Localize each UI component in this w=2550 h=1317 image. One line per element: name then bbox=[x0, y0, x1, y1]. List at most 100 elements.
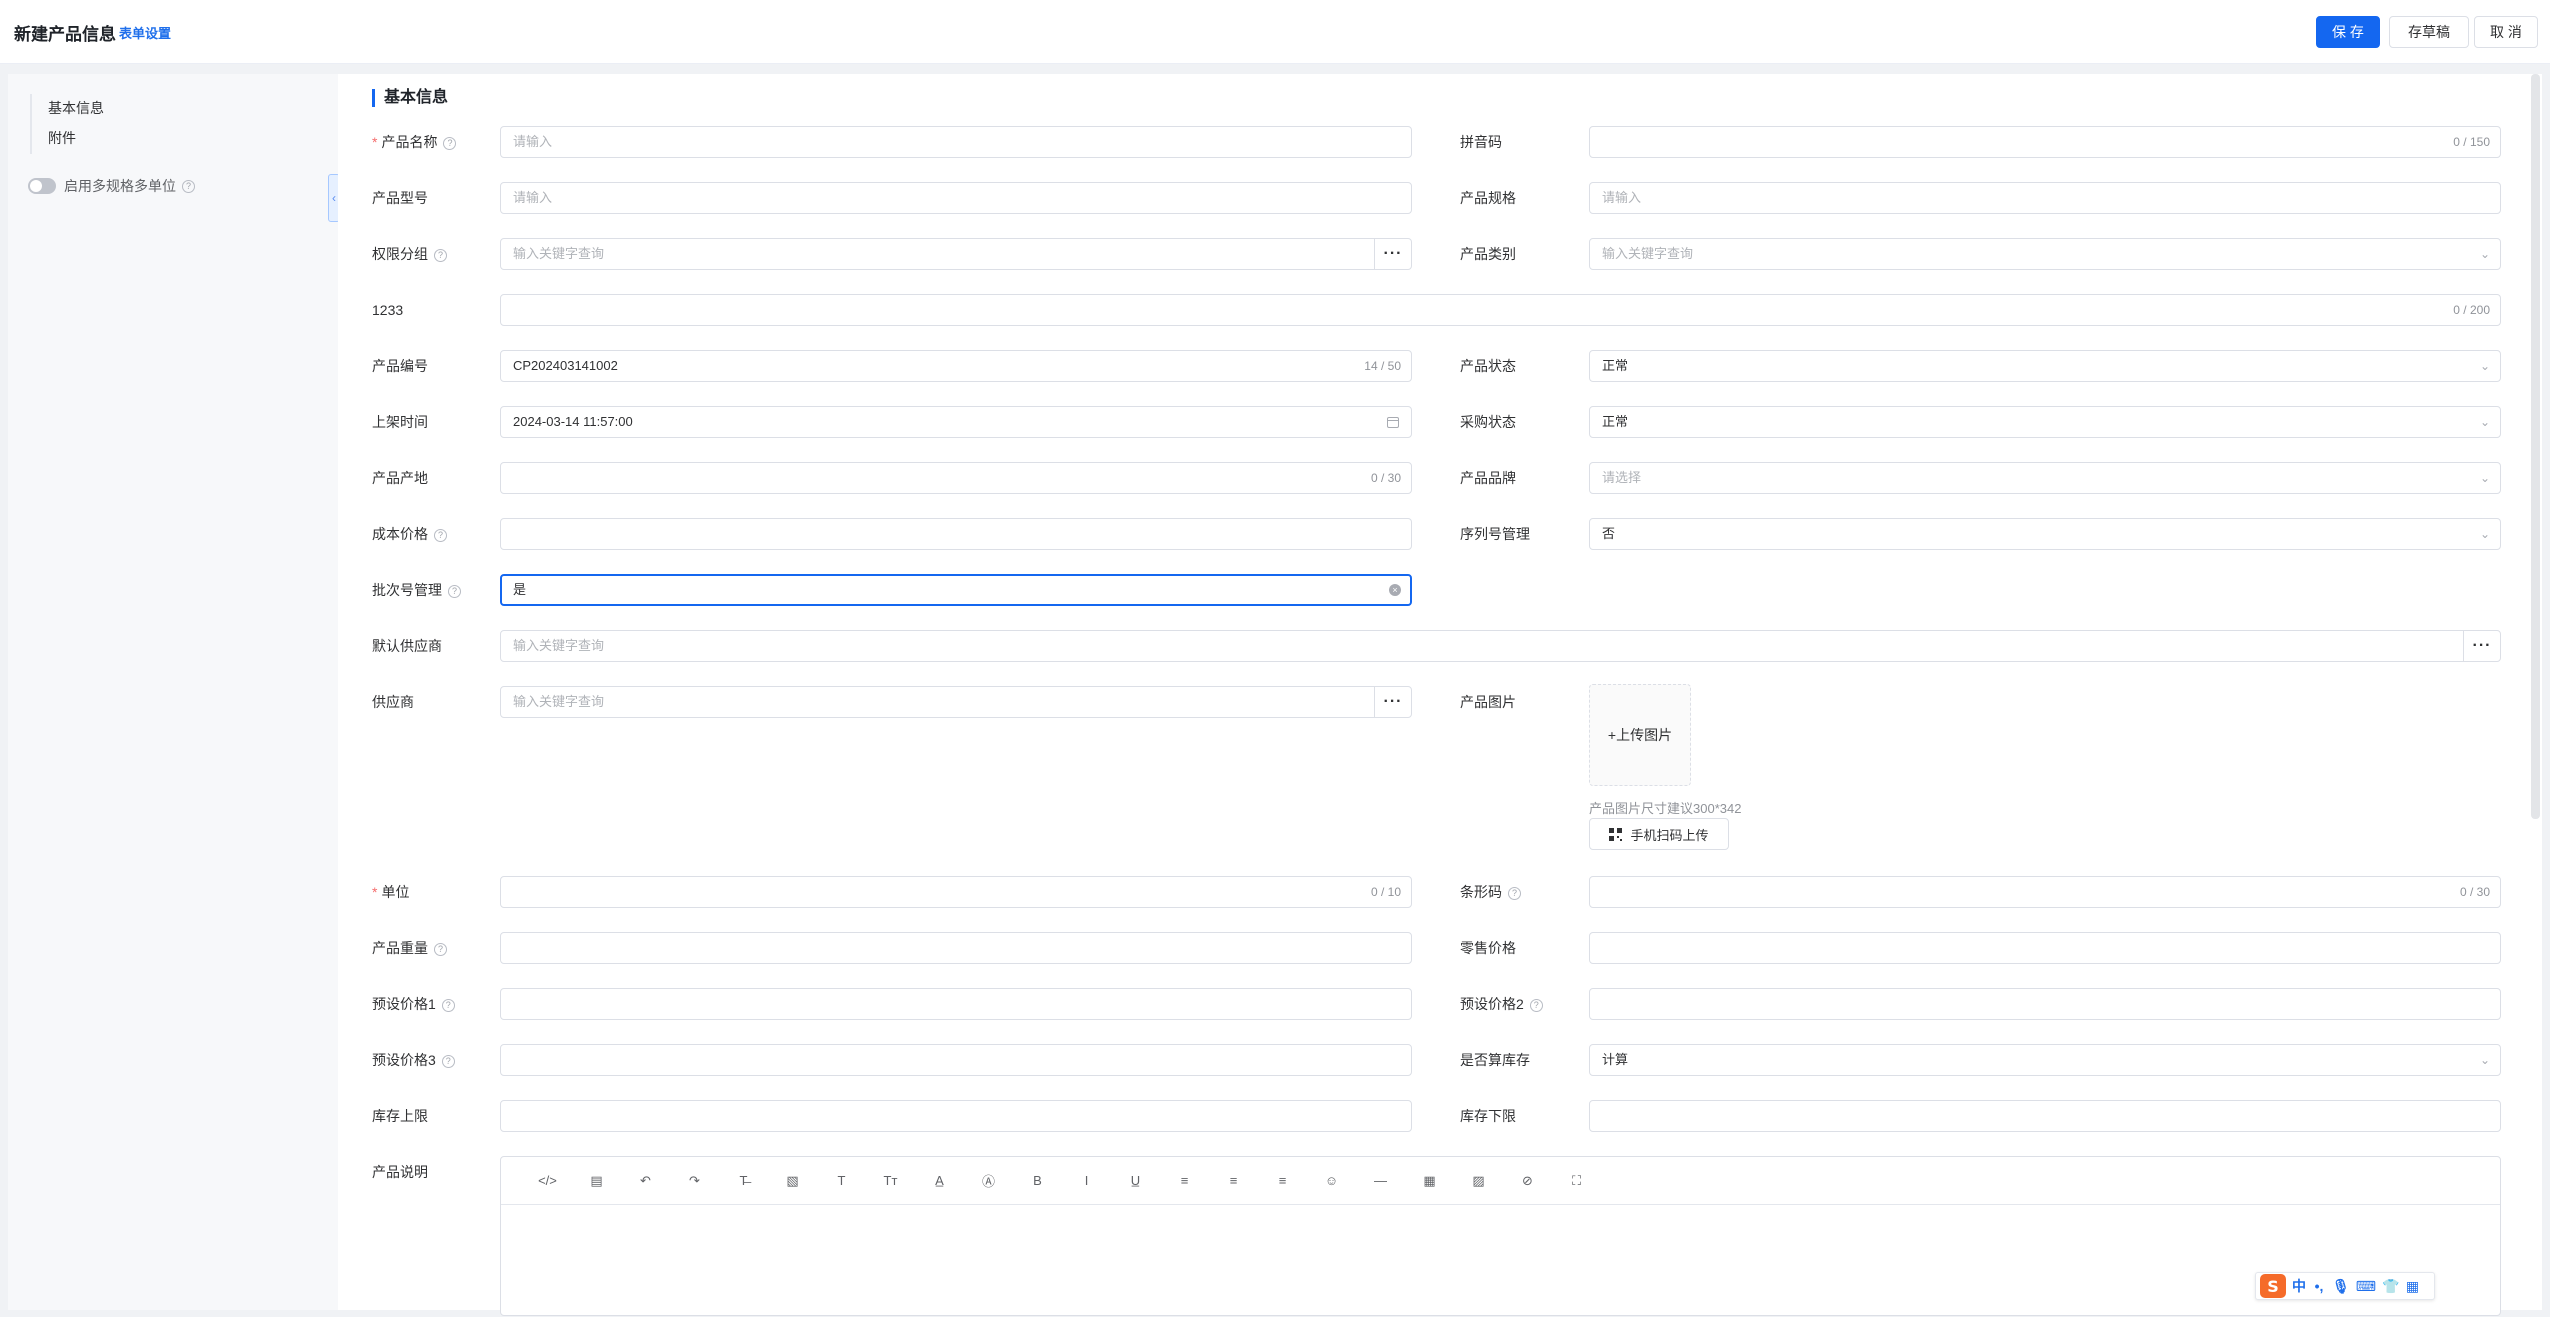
supplier-input[interactable]: 输入关键字查询 ··· bbox=[500, 686, 1412, 718]
perm-group-input[interactable]: 输入关键字查询 ··· bbox=[500, 238, 1412, 270]
rich-text-editor[interactable]: </> ▤ ↶ ↷ T̶ ▧ T Tт A̲ Ⓐ B I U̲ ≡ ≡ ≡ ☺ — ▦ ▨ ⊘ ⛶ bbox=[500, 1156, 2501, 1316]
more-icon[interactable]: ··· bbox=[2463, 631, 2500, 661]
help-icon[interactable]: ? bbox=[443, 136, 457, 150]
serial-mgmt-value: 否 bbox=[1602, 526, 1616, 541]
save-button[interactable]: 保 存 bbox=[2316, 16, 2380, 48]
sidebar: 基本信息 附件 启用多规格多单位 ? bbox=[8, 74, 338, 1310]
preset-price1-input[interactable] bbox=[500, 988, 1412, 1020]
preset-price2-input[interactable] bbox=[1589, 988, 2501, 1020]
image-icon[interactable]: ▨ bbox=[1454, 1167, 1503, 1195]
help-icon[interactable]: ? bbox=[1529, 998, 1543, 1012]
microphone-icon[interactable]: 🎙 bbox=[2332, 1278, 2350, 1295]
calendar-icon bbox=[1387, 417, 1399, 428]
preset-price3-input[interactable] bbox=[500, 1044, 1412, 1076]
section-nav: 基本信息 附件 bbox=[30, 94, 104, 154]
keyboard-icon[interactable]: ⌨ bbox=[2356, 1278, 2376, 1295]
upload-image-button[interactable]: +上传图片 bbox=[1589, 684, 1691, 786]
cost-price-input[interactable] bbox=[500, 518, 1412, 550]
align-left-icon[interactable]: ≡ bbox=[1160, 1167, 1209, 1195]
undo-icon[interactable]: ↶ bbox=[621, 1167, 670, 1195]
fullscreen-icon[interactable]: ⛶ bbox=[1552, 1167, 1601, 1195]
form-settings-link[interactable]: 表单设置 bbox=[119, 23, 171, 42]
underline-icon[interactable]: U̲ bbox=[1111, 1167, 1160, 1195]
bold-icon[interactable]: B bbox=[1013, 1167, 1062, 1195]
char-counter: 0 / 30 bbox=[1370, 471, 1401, 485]
retail-price-label: 零售价格 bbox=[1460, 940, 1516, 956]
purchase-status-select[interactable]: 正常 ⌄ bbox=[1589, 406, 2501, 438]
header-bar: 新建产品信息 表单设置 保 存 存草稿 取 消 bbox=[0, 0, 2550, 64]
editor-content-area[interactable] bbox=[501, 1205, 2500, 1315]
strikethrough-icon[interactable]: T̶ bbox=[719, 1167, 768, 1195]
multi-spec-setting: 启用多规格多单位 ? bbox=[28, 176, 195, 196]
default-supplier-input[interactable]: 输入关键字查询 ··· bbox=[500, 630, 2501, 662]
emoji-icon[interactable]: ☺ bbox=[1307, 1167, 1356, 1195]
status-select[interactable]: 正常 ⌄ bbox=[1589, 350, 2501, 382]
paste-text-icon[interactable]: ▧ bbox=[768, 1167, 817, 1195]
spec-input[interactable]: 请输入 bbox=[1589, 182, 2501, 214]
sidebar-item-attachments[interactable]: 附件 bbox=[48, 124, 104, 154]
help-icon[interactable]: ? bbox=[448, 584, 461, 598]
page-title: 新建产品信息 bbox=[14, 25, 116, 44]
help-icon[interactable]: ? bbox=[434, 942, 447, 956]
font-color-icon[interactable]: A̲ bbox=[915, 1167, 964, 1195]
more-icon[interactable]: ··· bbox=[1374, 687, 1411, 717]
stock-max-input[interactable] bbox=[500, 1100, 1412, 1132]
brand-select[interactable]: 请选择 ⌄ bbox=[1589, 462, 2501, 494]
retail-price-input[interactable] bbox=[1589, 932, 2501, 964]
redo-icon[interactable]: ↷ bbox=[670, 1167, 719, 1195]
code-view-icon[interactable]: </> bbox=[523, 1167, 572, 1195]
sidebar-item-basic-info[interactable]: 基本信息 bbox=[48, 94, 104, 124]
code-input[interactable]: CP202403141002 14 / 50 bbox=[500, 350, 1412, 382]
template-icon[interactable]: ▤ bbox=[572, 1167, 621, 1195]
clear-icon[interactable]: × bbox=[1389, 584, 1401, 596]
horizontal-rule-icon[interactable]: — bbox=[1356, 1167, 1405, 1195]
background-color-icon[interactable]: Ⓐ bbox=[964, 1167, 1013, 1195]
more-icon[interactable]: ··· bbox=[1374, 239, 1411, 269]
listed-time-picker[interactable]: 2024-03-14 11:57:00 bbox=[500, 406, 1412, 438]
skin-icon[interactable]: 👕 bbox=[2382, 1278, 2399, 1295]
help-icon[interactable]: ? bbox=[1508, 886, 1521, 900]
align-center-icon[interactable]: ≡ bbox=[1209, 1167, 1258, 1195]
help-icon[interactable]: ? bbox=[182, 179, 195, 193]
custom-1233-input[interactable]: 0 / 200 bbox=[500, 294, 2501, 326]
model-input[interactable]: 请输入 bbox=[500, 182, 1412, 214]
chevron-down-icon: ⌄ bbox=[2479, 471, 2490, 485]
serial-mgmt-select[interactable]: 否 ⌄ bbox=[1589, 518, 2501, 550]
pinyin-input[interactable]: 0 / 150 bbox=[1589, 126, 2501, 158]
batch-mgmt-select[interactable]: 是 × bbox=[500, 574, 1412, 606]
stock-min-input[interactable] bbox=[1589, 1100, 2501, 1132]
product-name-input[interactable]: 请输入 bbox=[500, 126, 1412, 158]
barcode-label: 条形码? bbox=[1460, 876, 1521, 908]
italic-icon[interactable]: I bbox=[1062, 1167, 1111, 1195]
help-icon[interactable]: ? bbox=[434, 248, 447, 262]
category-select[interactable]: 输入关键字查询 ⌄ bbox=[1589, 238, 2501, 270]
category-placeholder: 输入关键字查询 bbox=[1602, 246, 1694, 261]
barcode-input[interactable]: 0 / 30 bbox=[1589, 876, 2501, 908]
count-inventory-select[interactable]: 计算 ⌄ bbox=[1589, 1044, 2501, 1076]
save-draft-button[interactable]: 存草稿 bbox=[2389, 16, 2469, 48]
cancel-button[interactable]: 取 消 bbox=[2474, 16, 2538, 48]
chevron-down-icon: ⌄ bbox=[2479, 415, 2490, 429]
align-right-icon[interactable]: ≡ bbox=[1258, 1167, 1307, 1195]
chinese-mode-icon[interactable]: 中 bbox=[2292, 1276, 2306, 1296]
weight-input[interactable] bbox=[500, 932, 1412, 964]
ime-logo[interactable]: S bbox=[2260, 1274, 2286, 1298]
origin-input[interactable]: 0 / 30 bbox=[500, 462, 1412, 494]
help-icon[interactable]: ? bbox=[441, 1054, 455, 1068]
help-icon[interactable]: ? bbox=[441, 998, 455, 1012]
perm-group-label-text: 权限分组 bbox=[372, 246, 428, 262]
unit-input[interactable]: 0 / 10 bbox=[500, 876, 1412, 908]
table-icon[interactable]: ▦ bbox=[1405, 1167, 1454, 1195]
toolbox-icon[interactable]: ▦ bbox=[2405, 1278, 2419, 1295]
status-label: 产品状态 bbox=[1460, 358, 1516, 374]
font-size-icon[interactable]: T bbox=[817, 1167, 866, 1195]
multi-spec-toggle[interactable] bbox=[28, 178, 56, 194]
punctuation-icon[interactable]: •, bbox=[2312, 1278, 2326, 1294]
attachment-icon[interactable]: ⊘ bbox=[1503, 1167, 1552, 1195]
cost-price-label-text: 成本价格 bbox=[372, 526, 428, 542]
scan-upload-button[interactable]: 手机扫码上传 bbox=[1589, 818, 1729, 850]
help-icon[interactable]: ? bbox=[434, 528, 447, 542]
scrollbar[interactable] bbox=[2531, 74, 2540, 819]
line-height-icon[interactable]: Tт bbox=[866, 1167, 915, 1195]
editor-toolbar: </> ▤ ↶ ↷ T̶ ▧ T Tт A̲ Ⓐ B I U̲ ≡ ≡ ≡ ☺ — ▦ ▨ ⊘ ⛶ bbox=[501, 1157, 2500, 1205]
